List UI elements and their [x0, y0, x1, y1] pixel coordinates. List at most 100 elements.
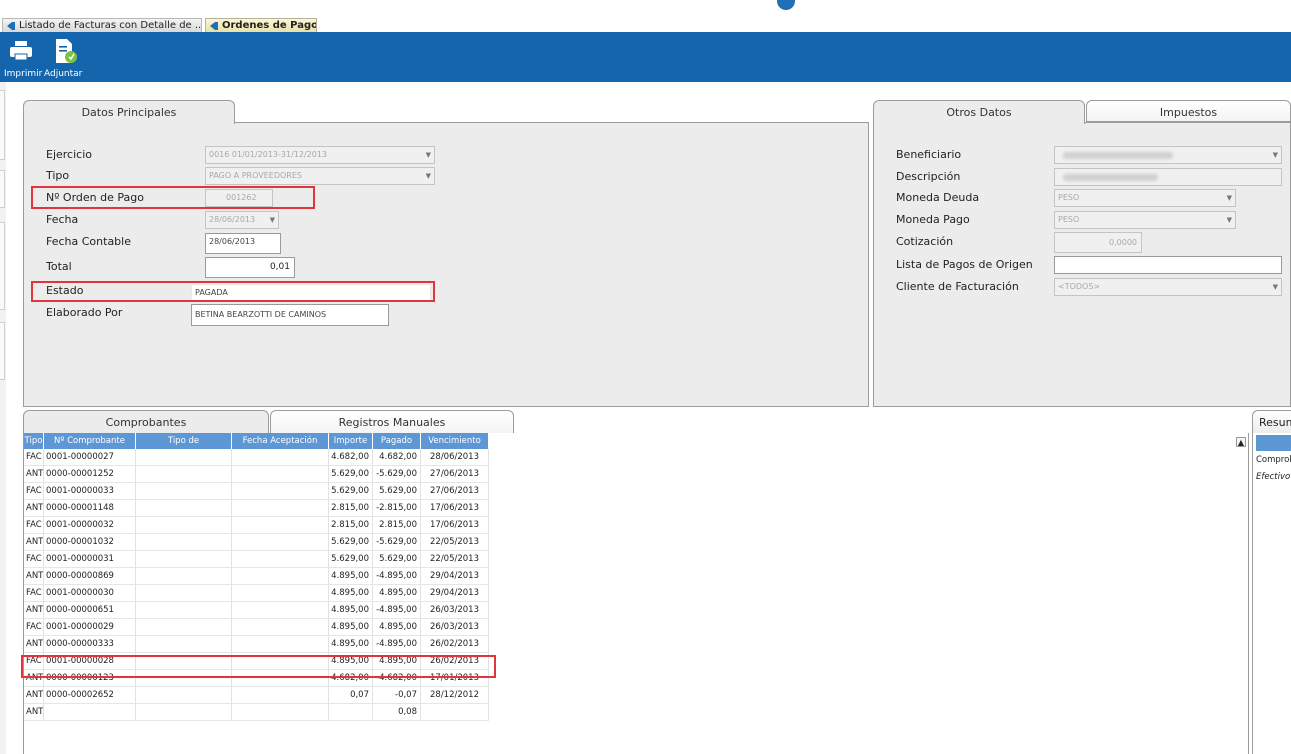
cell-tipo: FAC	[24, 585, 44, 601]
estado-highlight	[31, 281, 435, 302]
chevron-down-icon: ▼	[1272, 151, 1278, 159]
tab-resumen[interactable]: Resumen	[1252, 410, 1291, 434]
cell-importe: 5.629,00	[329, 466, 373, 482]
table-row[interactable]: ANT 0000-00002652 0,07 -0,07 28/12/2012	[24, 687, 489, 704]
beneficiario-select[interactable]: ▼	[1054, 146, 1282, 164]
cell-tipo-de	[136, 517, 232, 533]
ejercicio-select[interactable]: 0016 01/01/2013-31/12/2013 ▼	[205, 146, 435, 164]
tab-label: Impuestos	[1159, 106, 1218, 119]
fecha-picker[interactable]: 28/06/2013 ▼	[205, 211, 279, 229]
table-row[interactable]: FAC 0001-00000031 5.629,00 5.629,00 22/05/20…	[24, 551, 489, 568]
ejercicio-value: 0016 01/01/2013-31/12/2013	[209, 150, 328, 159]
cotizacion-value: 0,0000	[1109, 238, 1137, 247]
table-row[interactable]: ANT 0000-00000869 4.895,00 -4.895,00 29/04/2…	[24, 568, 489, 585]
cell-comprobante: 0001-00000032	[44, 517, 136, 533]
cell-tipo: ANT	[24, 687, 44, 703]
table-row[interactable]: FAC 0001-00000027 4.682,00 4.682,00 28/06/20…	[24, 449, 489, 466]
tipo-select[interactable]: PAGO A PROVEEDORES ▼	[205, 167, 435, 185]
cell-pagado: -5.629,00	[373, 466, 421, 482]
cell-tipo-de	[136, 449, 232, 465]
toolbar: Imprimir Adjuntar	[0, 32, 1291, 82]
cell-tipo: FAC	[24, 619, 44, 635]
fecha-contable-label: Fecha Contable	[46, 235, 131, 248]
cell-pagado: -4.895,00	[373, 636, 421, 652]
cell-tipo: ANT	[24, 704, 44, 720]
fecha-contable-field[interactable]: 28/06/2013	[205, 233, 281, 254]
table-row[interactable]: ANT 0000-00000333 4.895,00 -4.895,00 26/02/2…	[24, 636, 489, 653]
cell-importe: 4.895,00	[329, 602, 373, 618]
tab-datos-principales[interactable]: Datos Principales	[23, 100, 235, 124]
cell-tipo: FAC	[24, 551, 44, 567]
scroll-up-arrow-icon[interactable]: ▲	[1236, 437, 1246, 447]
cell-importe: 4.895,00	[329, 619, 373, 635]
moneda-deuda-select[interactable]: PESO ▼	[1054, 189, 1236, 207]
column-header-tipo-de[interactable]: Tipo de	[136, 433, 232, 449]
cell-tipo: ANT	[24, 602, 44, 618]
descripcion-field[interactable]	[1054, 168, 1282, 186]
tab-registros-manuales[interactable]: Registros Manuales	[270, 410, 514, 434]
table-row[interactable]: FAC 0001-00000032 2.815,00 2.815,00 17/06/20…	[24, 517, 489, 534]
cell-importe: 5.629,00	[329, 534, 373, 550]
table-row[interactable]: ANT 0000-00001252 5.629,00 -5.629,00 27/06/2…	[24, 466, 489, 483]
column-header-comprobante[interactable]: Nº Comprobante	[44, 433, 136, 449]
side-handle[interactable]	[0, 90, 5, 160]
cell-tipo-de	[136, 704, 232, 720]
total-field[interactable]: 0,01	[205, 257, 295, 278]
cell-vencimiento: 26/03/2013	[421, 602, 489, 618]
column-header-tipo[interactable]: Tipo	[24, 433, 44, 449]
back-arrow-icon	[210, 22, 218, 30]
tab-ordenes-de-pago[interactable]: Ordenes de Pago	[205, 18, 317, 32]
side-handle[interactable]	[0, 170, 5, 208]
moneda-pago-value: PESO	[1058, 215, 1080, 224]
cell-importe: 2.815,00	[329, 500, 373, 516]
cell-tipo: FAC	[24, 449, 44, 465]
column-header-fecha-aceptacion[interactable]: Fecha Aceptación	[232, 433, 329, 449]
table-row[interactable]: FAC 0001-00000033 5.629,00 5.629,00 27/06/20…	[24, 483, 489, 500]
tab-label: Comprobantes	[105, 416, 187, 429]
cell-comprobante: 0001-00000033	[44, 483, 136, 499]
cliente-select[interactable]: <TODOS> ▼	[1054, 278, 1282, 296]
column-header-importe[interactable]: Importe	[329, 433, 373, 449]
cell-importe: 4.895,00	[329, 585, 373, 601]
cell-comprobante: 0000-00001032	[44, 534, 136, 550]
elaborado-field[interactable]: BETINA BEARZOTTI DE CAMINOS	[191, 304, 389, 326]
cotizacion-field[interactable]: 0,0000	[1054, 232, 1142, 253]
side-handle[interactable]	[0, 222, 5, 310]
table-row[interactable]: FAC 0001-00000030 4.895,00 4.895,00 29/04/20…	[24, 585, 489, 602]
tab-otros-datos[interactable]: Otros Datos	[873, 100, 1085, 124]
cell-tipo-de	[136, 636, 232, 652]
elaborado-value: BETINA BEARZOTTI DE CAMINOS	[195, 310, 327, 319]
cell-pagado: 2.815,00	[373, 517, 421, 533]
back-arrow-icon	[7, 22, 15, 30]
moneda-pago-select[interactable]: PESO ▼	[1054, 211, 1236, 229]
side-handle[interactable]	[0, 322, 5, 380]
tab-comprobantes[interactable]: Comprobantes	[23, 410, 269, 434]
beneficiario-label: Beneficiario	[896, 148, 962, 161]
column-header-vencimiento[interactable]: Vencimiento	[421, 433, 489, 449]
attach-label: Adjuntar	[44, 69, 83, 79]
cell-pagado: 5.629,00	[373, 483, 421, 499]
cell-importe: 0,07	[329, 687, 373, 703]
tab-listado-facturas[interactable]: Listado de Facturas con Detalle de ...	[2, 18, 202, 32]
column-header-pagado[interactable]: Pagado	[373, 433, 421, 449]
cell-fecha-aceptacion	[232, 568, 329, 584]
cell-tipo-de	[136, 534, 232, 550]
table-row[interactable]: ANT 0,08	[24, 704, 489, 721]
cell-tipo-de	[136, 500, 232, 516]
table-row[interactable]: ANT 0000-00000651 4.895,00 -4.895,00 26/03/2…	[24, 602, 489, 619]
cell-tipo: FAC	[24, 517, 44, 533]
cell-vencimiento: 29/04/2013	[421, 568, 489, 584]
cliente-label: Cliente de Facturación	[896, 280, 1019, 293]
table-row[interactable]: ANT 0000-00001148 2.815,00 -2.815,00 17/06/2…	[24, 500, 489, 517]
tab-impuestos[interactable]: Impuestos	[1086, 100, 1291, 122]
orden-highlight	[31, 186, 315, 209]
table-row[interactable]: FAC 0001-00000029 4.895,00 4.895,00 26/03/20…	[24, 619, 489, 636]
cell-comprobante: 0000-00000333	[44, 636, 136, 652]
table-row[interactable]: ANT 0000-00001032 5.629,00 -5.629,00 22/05/2…	[24, 534, 489, 551]
logo-fragment-icon	[777, 0, 795, 10]
cell-importe: 5.629,00	[329, 483, 373, 499]
cell-fecha-aceptacion	[232, 687, 329, 703]
lista-pagos-field[interactable]	[1054, 256, 1282, 274]
chevron-down-icon: ▼	[1272, 283, 1278, 291]
cell-pagado: 5.629,00	[373, 551, 421, 567]
